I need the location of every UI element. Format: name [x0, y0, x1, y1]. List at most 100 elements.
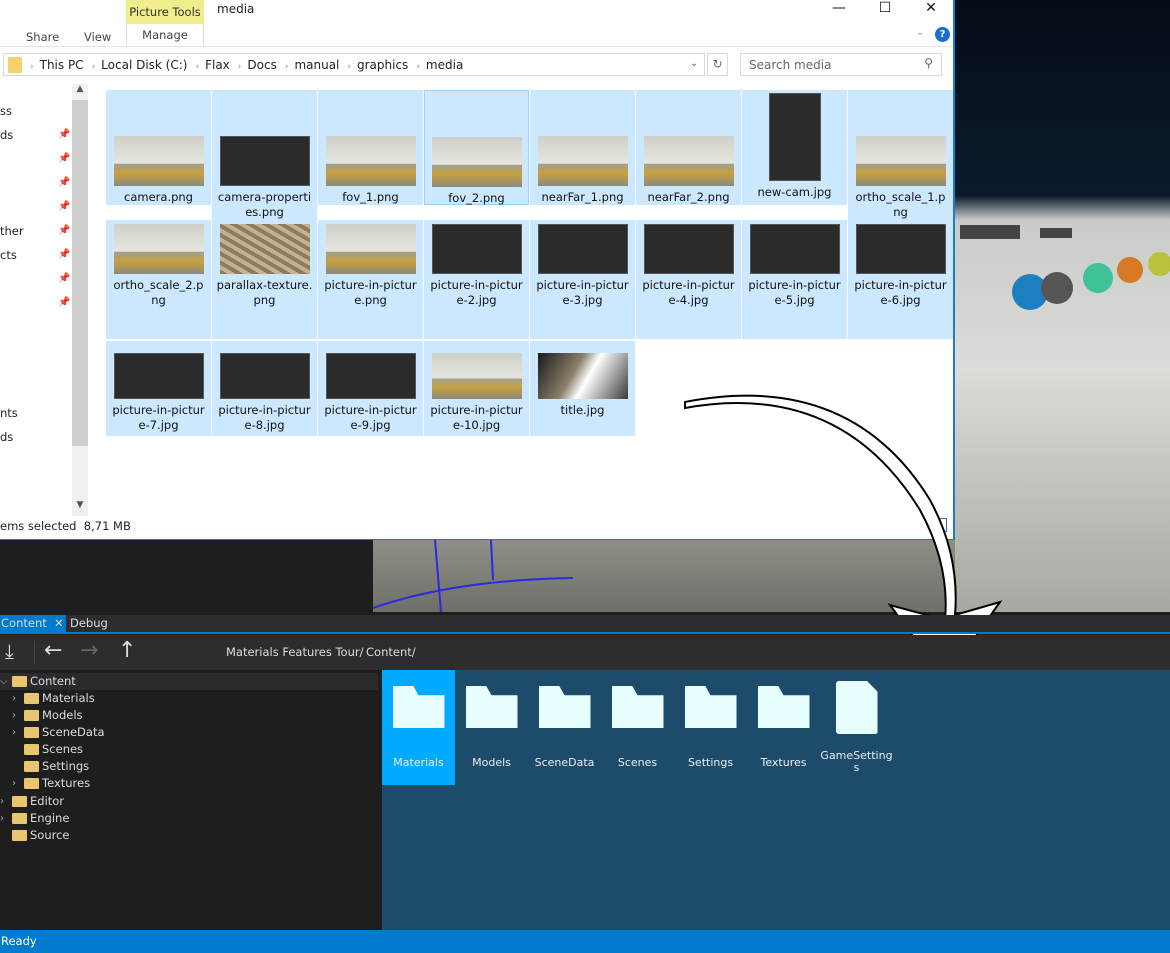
nav-item[interactable]: ds: [0, 430, 13, 444]
breadcrumb-item[interactable]: graphics: [357, 58, 408, 72]
chevron-right-icon[interactable]: ›: [12, 690, 24, 707]
tree-item[interactable]: Source: [0, 827, 70, 844]
pin-icon[interactable]: 📌: [58, 153, 70, 164]
pin-icon[interactable]: 📌: [58, 129, 70, 140]
nav-item[interactable]: nts: [0, 406, 18, 420]
file-item[interactable]: ortho_scale_2.png: [106, 220, 211, 339]
tree-item[interactable]: › Editor: [0, 793, 64, 810]
pin-icon[interactable]: 📌: [58, 273, 70, 284]
scrollbar-thumb[interactable]: [72, 100, 88, 446]
tree-item-label: Textures: [42, 776, 91, 790]
address-dropdown-icon[interactable]: ⌄: [690, 58, 698, 69]
content-item[interactable]: Scenes: [601, 670, 674, 785]
tree-item[interactable]: › Materials: [12, 690, 95, 707]
breadcrumb-separator-icon[interactable]: ›: [195, 62, 199, 72]
file-item[interactable]: ortho_scale_1.png: [848, 90, 953, 220]
breadcrumb-item[interactable]: Docs: [247, 58, 276, 72]
breadcrumb-separator-icon[interactable]: ›: [92, 62, 96, 72]
chevron-down-icon[interactable]: ⌵: [0, 673, 12, 690]
import-icon[interactable]: ⤓: [5, 639, 14, 663]
file-item[interactable]: picture-in-picture-9.jpg: [318, 341, 423, 436]
tree-item[interactable]: Settings: [12, 758, 89, 775]
file-item[interactable]: parallax-texture.png: [212, 220, 317, 339]
content-item[interactable]: Settings: [674, 670, 747, 785]
file-item[interactable]: title.jpg: [530, 341, 635, 436]
tree-item[interactable]: › SceneData: [12, 724, 105, 741]
tree-item[interactable]: › Textures: [12, 775, 90, 792]
file-item[interactable]: new-cam.jpg: [742, 90, 847, 205]
pin-icon[interactable]: 📌: [58, 297, 70, 308]
file-item[interactable]: picture-in-picture-5.jpg: [742, 220, 847, 339]
breadcrumb-separator-icon[interactable]: ›: [30, 62, 34, 72]
file-item[interactable]: picture-in-picture-4.jpg: [636, 220, 741, 339]
content-item[interactable]: Textures: [747, 670, 820, 785]
content-item[interactable]: GameSettings: [820, 670, 893, 785]
breadcrumb-item[interactable]: Flax: [205, 58, 230, 72]
forward-icon[interactable]: →: [80, 638, 98, 663]
breadcrumb-item[interactable]: This PC: [40, 58, 84, 72]
up-icon[interactable]: ↑: [118, 638, 136, 663]
file-item[interactable]: camera-properties.png: [212, 90, 317, 220]
tree-item[interactable]: Scenes: [12, 741, 83, 758]
editor-tab-bar: Content ✕ Debug: [0, 615, 1170, 634]
maximize-button[interactable]: ☐: [862, 0, 908, 18]
tab-debug[interactable]: Debug: [69, 615, 108, 632]
file-item[interactable]: picture-in-picture-2.jpg: [424, 220, 529, 339]
breadcrumb-item[interactable]: manual: [294, 58, 339, 72]
path-segment[interactable]: Materials Features Tour/: [226, 645, 363, 659]
file-item[interactable]: fov_2.png: [424, 90, 529, 205]
file-item[interactable]: nearFar_1.png: [530, 90, 635, 205]
back-icon[interactable]: ←: [44, 638, 62, 663]
file-item[interactable]: fov_1.png: [318, 90, 423, 205]
path-segment[interactable]: Content/: [366, 645, 416, 659]
search-input[interactable]: Search media ⚲: [740, 53, 942, 76]
content-item[interactable]: SceneData: [528, 670, 601, 785]
ribbon-tab-view[interactable]: View: [84, 30, 111, 44]
breadcrumb-item[interactable]: Local Disk (C:): [101, 58, 187, 72]
breadcrumb-separator-icon[interactable]: ›: [238, 62, 242, 72]
nav-scrollbar[interactable]: ▲ ▼: [72, 84, 88, 516]
file-item[interactable]: picture-in-picture.png: [318, 220, 423, 339]
pin-icon[interactable]: 📌: [58, 225, 70, 236]
content-item[interactable]: Models: [455, 670, 528, 785]
file-item[interactable]: picture-in-picture-8.jpg: [212, 341, 317, 436]
chevron-right-icon[interactable]: ›: [0, 793, 12, 810]
expand-ribbon-icon[interactable]: ⌄: [916, 27, 924, 38]
close-button[interactable]: ✕: [908, 0, 954, 18]
minimize-button[interactable]: —: [816, 0, 862, 18]
help-icon[interactable]: ?: [935, 27, 950, 42]
file-name: picture-in-picture-4.jpg: [642, 278, 735, 307]
breadcrumb-item[interactable]: media: [426, 58, 463, 72]
file-item[interactable]: picture-in-picture-3.jpg: [530, 220, 635, 339]
file-item[interactable]: camera.png: [106, 90, 211, 205]
nav-item[interactable]: ther: [0, 224, 24, 238]
nav-item[interactable]: ds: [0, 128, 13, 142]
tab-content[interactable]: Content ✕: [0, 615, 66, 632]
address-bar[interactable]: › This PC › Local Disk (C:) › Flax › Docs › manua…: [3, 53, 705, 76]
chevron-right-icon[interactable]: ›: [12, 775, 24, 792]
file-item[interactable]: nearFar_2.png: [636, 90, 741, 205]
nav-item[interactable]: ss: [0, 104, 12, 118]
pin-icon[interactable]: 📌: [58, 177, 70, 188]
nav-item[interactable]: cts: [0, 248, 17, 262]
file-item[interactable]: picture-in-picture-7.jpg: [106, 341, 211, 436]
tree-item[interactable]: › Models: [12, 707, 83, 724]
file-item[interactable]: picture-in-picture-6.jpg: [848, 220, 953, 339]
chevron-right-icon[interactable]: ›: [0, 810, 12, 827]
pin-icon[interactable]: 📌: [58, 249, 70, 260]
ribbon-tab-manage[interactable]: Manage: [126, 24, 204, 46]
ribbon-tab-share[interactable]: Share: [26, 30, 59, 44]
refresh-icon[interactable]: ↻: [707, 53, 728, 76]
close-tab-icon[interactable]: ✕: [54, 615, 64, 632]
content-item-label: Models: [472, 756, 511, 769]
tree-item[interactable]: ⌵ Content: [0, 673, 378, 690]
pin-icon[interactable]: 📌: [58, 201, 70, 212]
breadcrumb-separator-icon[interactable]: ›: [347, 62, 351, 72]
breadcrumb-separator-icon[interactable]: ›: [285, 62, 289, 72]
chevron-right-icon[interactable]: ›: [12, 707, 24, 724]
chevron-right-icon[interactable]: ›: [12, 724, 24, 741]
tree-item[interactable]: › Engine: [0, 810, 69, 827]
breadcrumb-separator-icon[interactable]: ›: [416, 62, 420, 72]
file-item[interactable]: picture-in-picture-10.jpg: [424, 341, 529, 436]
content-item[interactable]: Materials: [382, 670, 455, 785]
